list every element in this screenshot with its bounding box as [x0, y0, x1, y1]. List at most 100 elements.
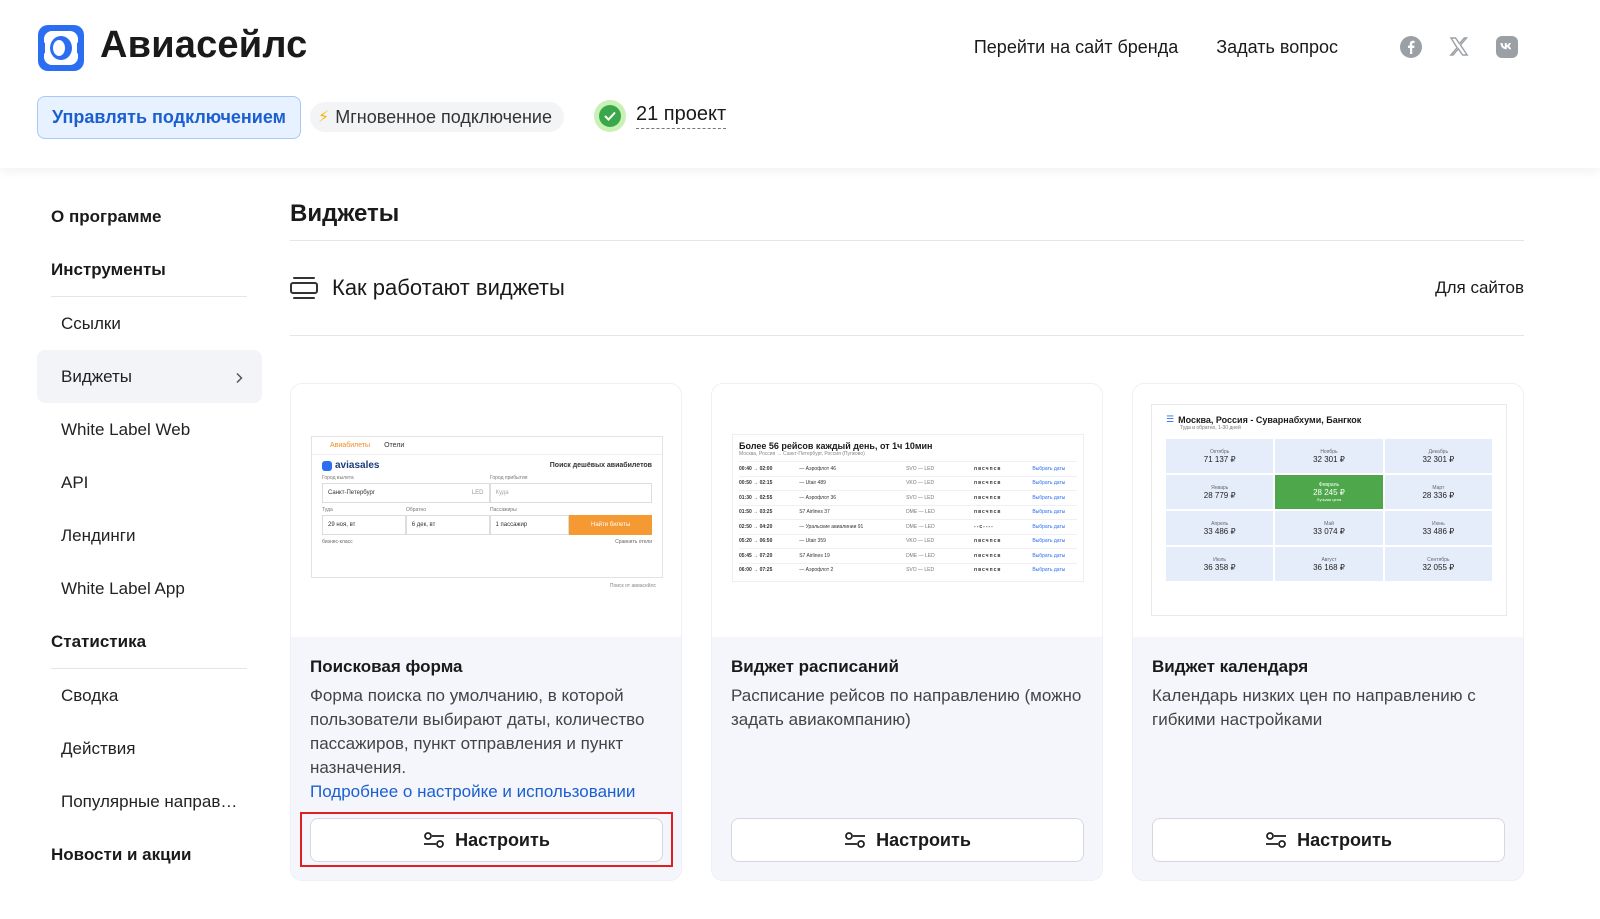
schedule-preview: Более 56 рейсов каждый день, от 1ч 10мин… — [712, 384, 1102, 637]
schedule-cell: 01:50 → 03:25 — [739, 509, 773, 516]
schedule-cell: 05:20 → 06:50 — [739, 538, 773, 545]
preview-tab-hotels: Отели — [384, 442, 405, 449]
preview-label: Туда — [322, 507, 333, 513]
sidebar-item-white-label-web[interactable]: White Label Web — [37, 403, 262, 456]
sidebar-item-popular-directions[interactable]: Популярные направ… — [37, 775, 262, 828]
preview-find-button: Найти билеты — [569, 515, 652, 535]
sidebar-item-about[interactable]: О программе — [37, 190, 262, 243]
preview-label: Город вылета — [322, 475, 354, 481]
calendar-price: 28 336 ₽ — [1422, 490, 1455, 500]
calendar-cell: Июль 36 358 ₽ — [1166, 547, 1274, 581]
how-widgets-work-row: Как работают виджеты Для сайтов — [290, 241, 1524, 335]
schedule-cell: пвсчпсв — [974, 552, 1002, 559]
schedule-cell: SVO — LED — [906, 494, 935, 501]
vk-icon[interactable] — [1494, 34, 1520, 60]
schedule-cell: SVO — LED — [906, 567, 935, 574]
sidebar-item-white-label-app[interactable]: White Label App — [37, 562, 262, 615]
list-icon: ☰ — [1166, 414, 1175, 424]
widget-cards: Авиабилеты Отели aviasales Поиск дешёвых… — [290, 383, 1524, 881]
sidebar-section-stats[interactable]: Статистика — [37, 615, 262, 668]
schedule-row: 02:50 → 04:20 — Уральские авиалинии 91 DME… — [739, 519, 1077, 534]
calendar-price: 32 301 ₽ — [1313, 454, 1345, 464]
schedule-cell: 01:30 → 02:55 — [739, 494, 773, 501]
schedule-row: 01:50 → 03:25 S7 Airlines 37 DME — LED пвсч… — [739, 504, 1077, 520]
calendar-price: 28 245 ₽ — [1313, 488, 1345, 497]
schedule-cell: 02:50 → 04:20 — [739, 523, 773, 530]
schedule-cell: — Аэрофлот 2 — [799, 567, 834, 574]
card-description: Расписание рейсов по направлению (можно … — [731, 686, 1082, 729]
schedule-cell: DME — LED — [906, 552, 935, 559]
configure-search-form-button[interactable]: Настроить — [310, 818, 663, 862]
configure-label: Настроить — [876, 829, 971, 850]
schedule-cell: пвсчпсв — [974, 567, 1002, 574]
schedule-cell: пвсчпсв — [974, 538, 1002, 545]
schedule-cell: 00:50 → 02:15 — [739, 480, 773, 487]
calendar-price: 28 779 ₽ — [1203, 490, 1236, 500]
sidebar-item-links[interactable]: Ссылки — [37, 297, 262, 350]
schedule-row: 05:20 → 06:50 — Utair 359 VKO — LED пвсчпсв… — [739, 533, 1077, 549]
configure-schedule-button[interactable]: Настроить — [731, 818, 1084, 862]
for-sites-label[interactable]: Для сайтов — [1435, 278, 1524, 298]
schedule-cell: Выбрать даты — [1032, 538, 1066, 545]
widget-card-schedule: Более 56 рейсов каждый день, от 1ч 10мин… — [711, 383, 1103, 881]
calendar-price: 36 358 ₽ — [1203, 562, 1236, 572]
manage-connection-button[interactable]: Управлять подключением — [37, 96, 301, 139]
schedule-cell: пвсчпсв — [974, 480, 1002, 487]
schedule-row: 00:50 → 02:15 — Utair 489 VKO — LED пвсчпсв… — [739, 475, 1077, 491]
schedule-cell: VKO — LED — [906, 480, 935, 487]
calendar-preview-image: ☰ Москва, Россия - Суварнабхуми, Бангкок … — [1151, 404, 1507, 616]
sliders-icon — [1266, 832, 1287, 848]
projects-count-link[interactable]: 21 проект — [636, 103, 727, 129]
aviasales-logo-icon[interactable] — [37, 24, 85, 72]
card-title: Виджет календаря — [1152, 657, 1309, 676]
sidebar-item-landings[interactable]: Лендинги — [37, 509, 262, 562]
facebook-icon[interactable] — [1398, 34, 1424, 60]
calendar-cell: Март 28 336 ₽ — [1384, 475, 1492, 509]
schedule-row: 01:30 → 02:55 — Аэрофлот 36 SVO — LED пвсчп… — [739, 490, 1077, 505]
search-form-preview-image: Авиабилеты Отели aviasales Поиск дешёвых… — [311, 436, 663, 589]
sidebar-item-summary[interactable]: Сводка — [37, 669, 262, 722]
preview-heading: Более 56 рейсов каждый день, от 1ч 10мин — [739, 441, 933, 451]
how-widgets-work-toggle[interactable]: Как работают виджеты — [290, 275, 565, 301]
sidebar-item-news[interactable]: Новости и акции — [37, 828, 262, 881]
card-description: Календарь низких цен по направлению с ги… — [1152, 686, 1476, 729]
schedule-cell: S7 Airlines 19 — [799, 552, 830, 559]
schedule-cell: пвсчпсв — [974, 494, 1002, 501]
sidebar-item-actions[interactable]: Действия — [37, 722, 262, 775]
schedule-cell: — Аэрофлот 36 — [799, 494, 837, 501]
calendar-price: 71 137 ₽ — [1203, 454, 1236, 464]
sidebar-item-label: Виджеты — [61, 367, 133, 386]
schedule-cell: Выбрать даты — [1032, 552, 1066, 559]
calendar-cell: Январь 28 779 ₽ — [1166, 475, 1274, 509]
schedule-cell: Выбрать даты — [1032, 494, 1066, 501]
schedule-cell: S7 Airlines 37 — [799, 509, 830, 516]
header: Авиасейлс Перейти на сайт бренда Задать … — [0, 0, 1600, 168]
configure-calendar-button[interactable]: Настроить — [1152, 818, 1505, 862]
sidebar-item-widgets[interactable]: Виджеты — [37, 350, 262, 403]
calendar-cell: Декабрь 32 301 ₽ — [1384, 439, 1492, 473]
preview-heading: Поиск дешёвых авиабилетов — [549, 462, 652, 469]
calendar-cell: Февраль 28 245 ₽ Лучшая цена — [1275, 475, 1383, 509]
preview-field: 29 ноя, вт — [322, 515, 406, 535]
preview-label: Обратно — [406, 507, 427, 513]
details-link[interactable]: Подробнее о настройке и использовании — [310, 780, 662, 804]
schedule-cell: — Utair 359 — [799, 538, 826, 545]
ask-question-link[interactable]: Задать вопрос — [1216, 37, 1338, 58]
configure-label: Настроить — [455, 829, 550, 850]
brand-name: Авиасейлс — [100, 24, 308, 66]
schedule-preview-image: Более 56 рейсов каждый день, от 1ч 10мин… — [732, 434, 1084, 582]
calendar-price: 33 486 ₽ — [1203, 526, 1236, 536]
x-icon[interactable] — [1446, 34, 1472, 60]
lightning-icon: ⚡ — [318, 109, 330, 126]
calendar-cell: Апрель 33 486 ₽ — [1166, 511, 1274, 545]
preview-powered: Поиск от авиасейлс — [609, 583, 656, 589]
top-links: Перейти на сайт бренда Задать вопрос — [974, 34, 1520, 60]
brand-site-link[interactable]: Перейти на сайт бренда — [974, 37, 1178, 58]
schedule-cell: 05:45 → 07:20 — [739, 552, 773, 559]
widget-card-search-form: Авиабилеты Отели aviasales Поиск дешёвых… — [290, 383, 682, 881]
how-widgets-work-title: Как работают виджеты — [332, 275, 565, 300]
sidebar-item-api[interactable]: API — [37, 456, 262, 509]
sidebar-section-tools[interactable]: Инструменты — [37, 243, 262, 296]
preview-field: 1 пассажир — [489, 515, 570, 535]
schedule-cell: Выбрать даты — [1032, 567, 1066, 574]
